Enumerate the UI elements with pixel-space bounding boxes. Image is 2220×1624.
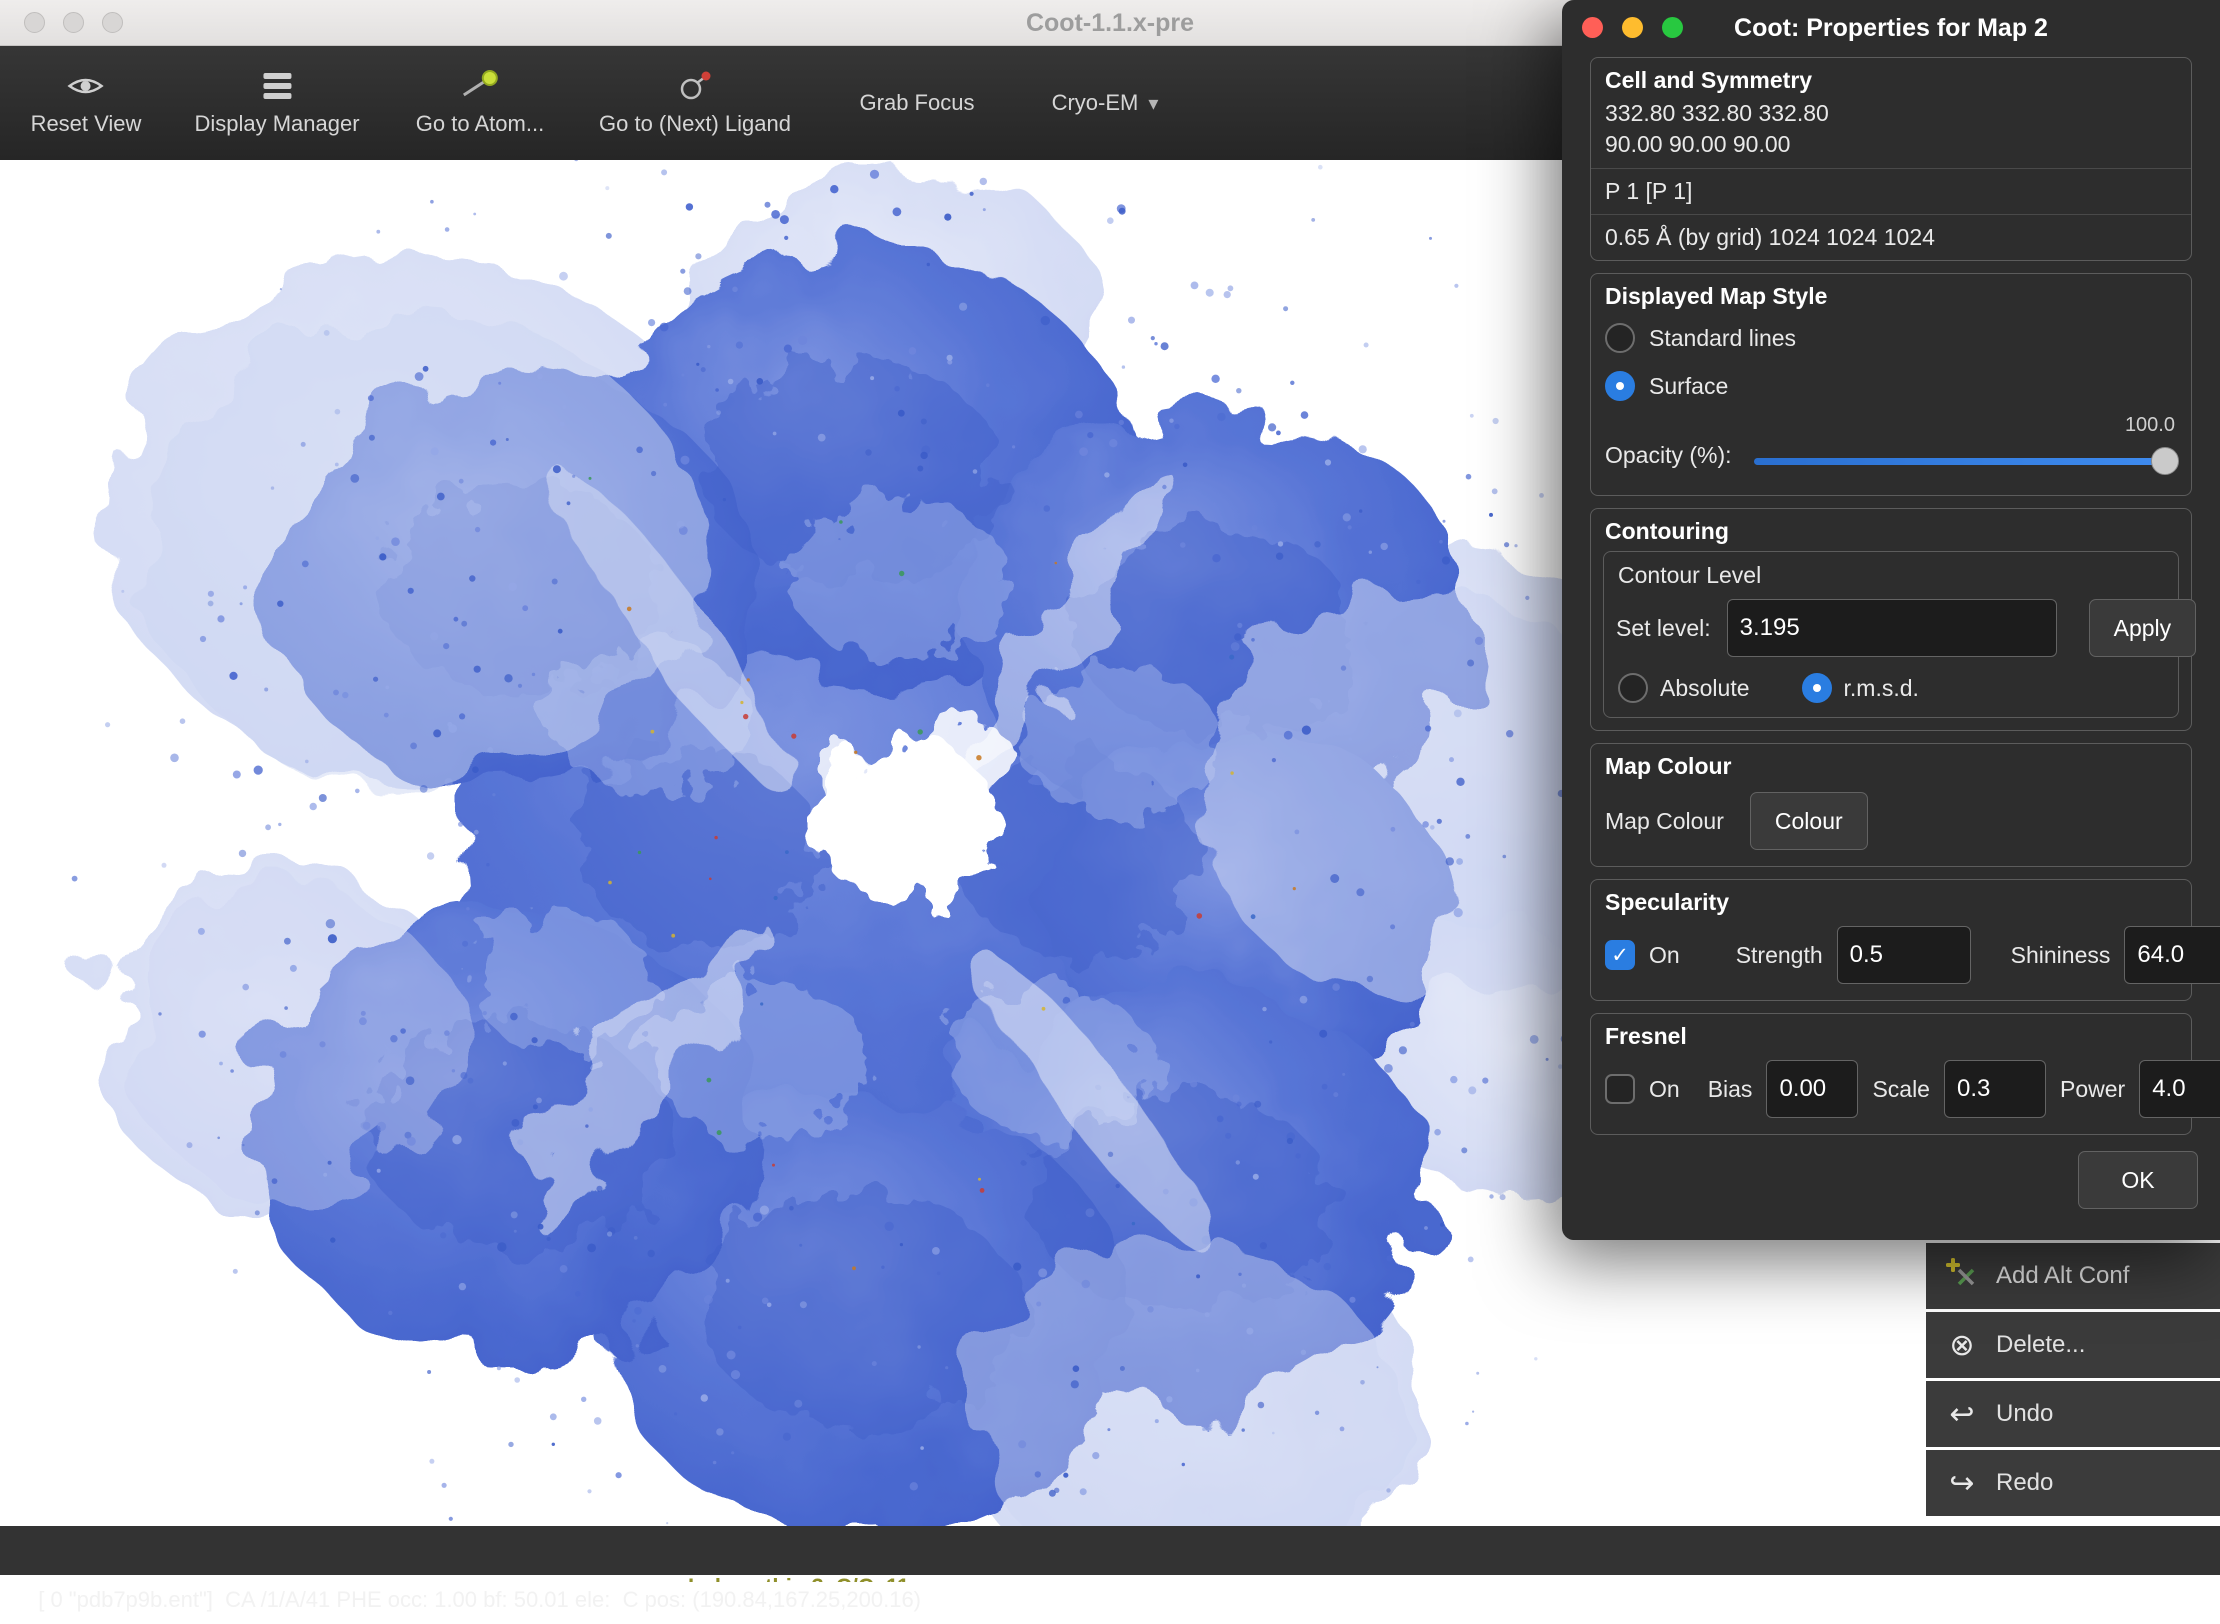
fresnel-on-label: On [1649, 1076, 1680, 1103]
map-style-section: Displayed Map Style Standard lines Surfa… [1590, 273, 2192, 496]
bias-input[interactable] [1766, 1060, 1858, 1118]
rmsd-label: r.m.s.d. [1844, 675, 1919, 702]
undo-label: Undo [1996, 1400, 2053, 1428]
dialog-titlebar: Coot: Properties for Map 2 [1562, 0, 2220, 57]
absolute-radio[interactable] [1618, 673, 1648, 703]
map-colour-header: Map Colour [1591, 744, 2191, 784]
surface-label: Surface [1649, 373, 1728, 400]
colour-button[interactable]: Colour [1750, 792, 1868, 850]
contour-level-frame: Contour Level Set level: Apply Absolute … [1603, 551, 2179, 718]
bias-label: Bias [1708, 1076, 1753, 1103]
standard-lines-label: Standard lines [1649, 325, 1796, 352]
check-icon: ✓ [1611, 943, 1629, 968]
apply-button[interactable]: Apply [2089, 599, 2197, 657]
delete-icon: ⊗ [1944, 1328, 1980, 1363]
delete-label: Delete... [1996, 1331, 2085, 1359]
specularity-on-label: On [1649, 942, 1680, 969]
goto-ligand-button[interactable]: Go to (Next) Ligand [599, 46, 791, 160]
spacegroup: P 1 [P 1] [1591, 168, 2191, 214]
status-bar: [ 0 "pdb7p9b.ent"] CA /1/A/41 PHE occ: 1… [0, 1526, 2220, 1575]
contour-level-input[interactable] [1727, 599, 2057, 657]
opacity-slider-knob[interactable] [2151, 447, 2179, 475]
map-properties-dialog: Coot: Properties for Map 2 Cell and Symm… [1562, 0, 2220, 1240]
contouring-section: Contouring Contour Level Set level: Appl… [1590, 508, 2192, 731]
strength-label: Strength [1736, 942, 1823, 969]
map-style-header: Displayed Map Style [1591, 274, 2191, 314]
dialog-maximize-icon[interactable] [1662, 17, 1683, 38]
redo-button[interactable]: ↪ Redo [1926, 1450, 2220, 1516]
dialog-minimize-icon[interactable] [1622, 17, 1643, 38]
chevron-down-icon: ▾ [1148, 91, 1158, 116]
specularity-on-checkbox[interactable]: ✓ [1605, 940, 1635, 970]
opacity-label: Opacity (%): [1605, 442, 1732, 475]
opacity-slider[interactable] [1754, 447, 2177, 475]
fresnel-section: Fresnel ✓ On Bias Scale Power [1590, 1013, 2192, 1135]
scale-label: Scale [1872, 1076, 1930, 1103]
fresnel-header: Fresnel [1591, 1014, 2191, 1054]
redo-label: Redo [1996, 1469, 2053, 1497]
atom-arrow-icon [460, 70, 500, 102]
add-alt-conf-icon [1944, 1257, 1980, 1295]
reset-view-label: Reset View [31, 111, 142, 137]
map-colour-section: Map Colour Map Colour Colour [1590, 743, 2192, 867]
grab-focus-button[interactable]: Grab Focus [860, 46, 975, 160]
standard-lines-option[interactable]: Standard lines [1591, 314, 2191, 362]
opacity-slider-track [1754, 458, 2177, 465]
shininess-label: Shininess [2011, 942, 2111, 969]
dialog-close-icon[interactable] [1582, 17, 1603, 38]
ligand-icon [675, 70, 715, 102]
shininess-input[interactable] [2124, 926, 2220, 984]
opacity-control: Opacity (%): 100.0 [1591, 410, 2191, 495]
reset-view-eye-icon [64, 70, 108, 102]
cell-angles: 90.00 90.00 90.00 [1591, 129, 2191, 160]
cell-symmetry-header: Cell and Symmetry [1591, 58, 2191, 98]
specularity-header: Specularity [1591, 880, 2191, 920]
rmsd-radio[interactable] [1802, 673, 1832, 703]
cryo-em-menu-button[interactable]: Cryo-EM ▾ [1052, 46, 1159, 160]
dialog-title: Coot: Properties for Map 2 [1562, 0, 2220, 57]
absolute-label: Absolute [1660, 675, 1750, 702]
redo-icon: ↪ [1944, 1466, 1980, 1501]
map-colour-label: Map Colour [1605, 808, 1724, 835]
right-toolbar: Add Alt Conf ⊗ Delete... ↩ Undo ↪ Redo [1926, 1243, 2220, 1519]
standard-lines-radio[interactable] [1605, 323, 1635, 353]
set-level-label: Set level: [1616, 615, 1711, 642]
ok-button[interactable]: OK [2078, 1151, 2198, 1209]
status-text: [ 0 "pdb7p9b.ent"] CA /1/A/41 PHE occ: 1… [38, 1587, 921, 1612]
display-manager-button[interactable]: Display Manager [194, 46, 359, 160]
power-input[interactable] [2139, 1060, 2220, 1118]
clipped-atom-label: Indexmthin 3 C/C 11 [688, 1575, 909, 1582]
reset-view-button[interactable]: Reset View [31, 46, 142, 160]
cell-symmetry-section: Cell and Symmetry 332.80 332.80 332.80 9… [1590, 57, 2192, 261]
surface-option[interactable]: Surface [1591, 362, 2191, 410]
undo-button[interactable]: ↩ Undo [1926, 1381, 2220, 1447]
contour-level-label: Contour Level [1616, 558, 2166, 599]
contouring-header: Contouring [1591, 509, 2191, 549]
power-label: Power [2060, 1076, 2125, 1103]
specularity-section: Specularity ✓ On Strength Shininess [1590, 879, 2192, 1001]
fresnel-on-checkbox[interactable]: ✓ [1605, 1074, 1635, 1104]
opacity-value: 100.0 [1754, 414, 2177, 437]
undo-icon: ↩ [1944, 1397, 1980, 1432]
scale-input[interactable] [1944, 1060, 2046, 1118]
display-manager-label: Display Manager [194, 111, 359, 137]
goto-ligand-label: Go to (Next) Ligand [599, 111, 791, 137]
grid-sampling: 0.65 Å (by grid) 1024 1024 1024 [1591, 214, 2191, 260]
grab-focus-label: Grab Focus [860, 90, 975, 116]
cell-dimensions: 332.80 332.80 332.80 [1591, 98, 2191, 129]
strength-input[interactable] [1837, 926, 1971, 984]
goto-atom-button[interactable]: Go to Atom... [416, 46, 544, 160]
surface-radio[interactable] [1605, 371, 1635, 401]
cryo-em-label: Cryo-EM [1052, 90, 1139, 116]
add-alt-conf-button[interactable]: Add Alt Conf [1926, 1243, 2220, 1309]
delete-button[interactable]: ⊗ Delete... [1926, 1312, 2220, 1378]
add-alt-conf-label: Add Alt Conf [1996, 1262, 2129, 1290]
layers-stack-icon [259, 70, 295, 102]
goto-atom-label: Go to Atom... [416, 111, 544, 137]
